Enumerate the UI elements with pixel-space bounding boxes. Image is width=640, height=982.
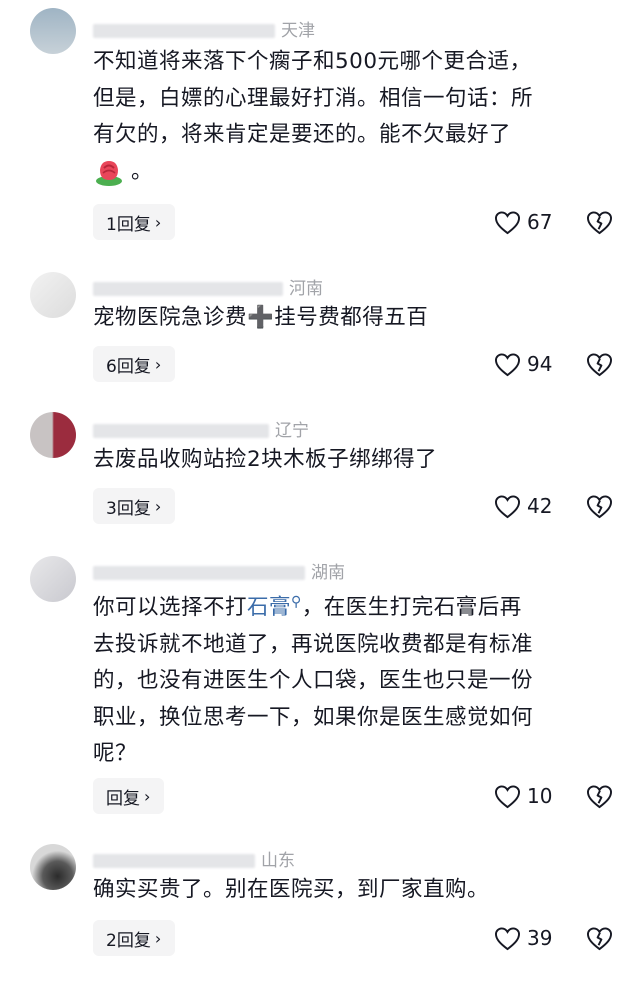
reply-label: 回复 [106,788,140,809]
comment-location: 天津 [281,21,315,41]
search-icon[interactable]: ⚲ [291,594,302,610]
view-replies-button[interactable]: 3回复 › [93,488,176,524]
comment-text: 去废品收购站捡2块木板子绑绑得了 [93,442,613,479]
broken-heart-icon [586,352,612,376]
avatar[interactable] [30,412,76,458]
comment-text-line: 去投诉就不地道了，再说医院收费都是有标准 [93,631,534,657]
view-replies-button[interactable]: 2回复 › [93,920,176,956]
comment-text-line: 确实买贵了。别在医院买，到厂家直购。 [93,877,490,902]
comment-text: 宠物医院急诊费➕挂号费都得五百 [93,300,613,337]
avatar[interactable] [30,8,76,54]
reply-label: 1回复 [106,214,151,235]
comment-meta: 辽宁 [93,416,309,441]
like-count: 42 [527,494,553,518]
dislike-button[interactable] [585,488,613,524]
comment-meta: 天津 [93,16,315,41]
heart-outline-icon [494,494,521,518]
comment-text-line: 。 [93,154,613,191]
comment-text: 你可以选择不打石膏⚲，在医生打完石膏后再 去投诉就不地道了，再说医院收费都是有标… [93,584,613,773]
comment-text-end: 。 [131,158,154,184]
comment-text: 不知道将来落下个瘸子和500元哪个更合适， 但是，白嫖的心理最好打消。相信一句话… [93,44,613,190]
like-count: 10 [527,784,553,808]
comment-text-line: 有欠的，将来肯定是要还的。能不欠最好了 [93,122,512,147]
comment-meta: 山东 [93,846,295,871]
chevron-right-icon: › [154,928,162,948]
like-button[interactable]: 94 [494,346,552,382]
dislike-button[interactable] [585,204,613,240]
reply-label: 3回复 [106,498,151,519]
comment-text-line: 呢？ [93,741,138,767]
reply-label: 2回复 [106,930,151,951]
comment-location: 山东 [261,851,295,871]
heart-outline-icon [494,926,521,950]
comment-text-prefix: 你可以选择不打 [93,595,248,621]
chevron-right-icon: › [154,496,162,516]
dislike-button[interactable] [585,346,613,382]
like-count: 67 [527,210,553,234]
heart-outline-icon [494,352,521,376]
reply-label: 6回复 [106,356,151,377]
heart-outline-icon [494,210,521,234]
chevron-right-icon: › [144,786,151,806]
avatar[interactable] [30,844,76,890]
view-replies-button[interactable]: 回复 › [93,778,165,814]
comment-text-line: 的，也没有进医生个人口袋，医生也只是一份 [93,668,534,694]
comment-text-line: 但是，白嫖的心理最好打消。相信一句话：所 [93,85,534,111]
like-count: 39 [527,926,553,950]
broken-heart-icon [586,784,612,808]
heart-outline-icon [494,784,521,808]
like-button[interactable]: 39 [494,920,552,956]
view-replies-button[interactable]: 1回复 › [93,204,176,240]
broken-heart-icon [586,494,612,518]
dislike-button[interactable] [585,920,613,956]
like-button[interactable]: 42 [494,488,552,524]
comment-location: 河南 [289,279,323,299]
comment-text-line: 宠物医院急诊费➕挂号费都得五百 [93,305,429,330]
chevron-right-icon: › [154,354,162,374]
comment-text-line: 不知道将来落下个瘸子和500元哪个更合适， [93,49,532,74]
avatar[interactable] [30,556,76,602]
comment-meta: 湖南 [93,558,345,583]
broken-heart-icon [586,926,612,950]
comment-text-line: 去废品收购站捡2块木板子绑绑得了 [93,447,438,472]
like-button[interactable]: 10 [494,778,552,814]
dislike-button[interactable] [585,778,613,814]
comment-text: 确实买贵了。别在医院买，到厂家直购。 [93,872,613,909]
like-count: 94 [527,352,553,376]
view-replies-button[interactable]: 6回复 › [93,346,176,382]
like-button[interactable]: 67 [494,204,552,240]
chevron-right-icon: › [154,212,162,232]
comment-meta: 河南 [93,274,323,299]
avatar[interactable] [30,272,76,318]
comment-text-line: 你可以选择不打石膏⚲，在医生打完石膏后再 [93,584,613,627]
comment-text-line: 职业，换位思考一下，如果你是医生感觉如何 [93,704,534,730]
search-keyword-link[interactable]: 石膏 [247,595,291,620]
comment-location: 辽宁 [275,421,309,441]
comment-text-suffix: ，在医生打完石膏后再 [301,595,522,621]
rose-emoji-icon [93,156,125,188]
broken-heart-icon [586,210,612,234]
comment-location: 湖南 [311,563,345,583]
